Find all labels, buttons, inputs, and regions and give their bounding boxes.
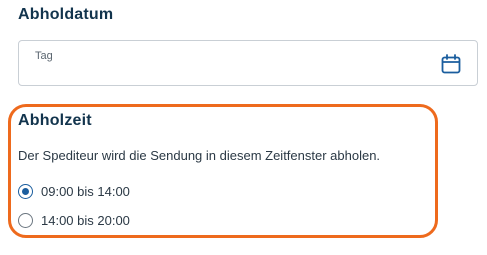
- pickup-time-title: Abholzeit: [18, 112, 92, 129]
- radio-button-unselected[interactable]: [18, 212, 33, 228]
- pickup-time-option-1[interactable]: 09:00 bis 14:00: [18, 182, 130, 200]
- pickup-time-option-2[interactable]: 14:00 bis 20:00: [18, 211, 130, 229]
- pickup-time-option-label[interactable]: 14:00 bis 20:00: [41, 213, 130, 228]
- calendar-icon[interactable]: [441, 54, 461, 74]
- date-field-label: Tag: [35, 50, 53, 62]
- pickup-date-field[interactable]: Tag: [18, 40, 478, 86]
- radio-button-selected[interactable]: [18, 183, 33, 199]
- pickup-time-option-label[interactable]: 09:00 bis 14:00: [41, 184, 130, 199]
- pickup-time-description: Der Spediteur wird die Sendung in diesem…: [18, 148, 381, 163]
- pickup-date-title: Abholdatum: [18, 6, 114, 23]
